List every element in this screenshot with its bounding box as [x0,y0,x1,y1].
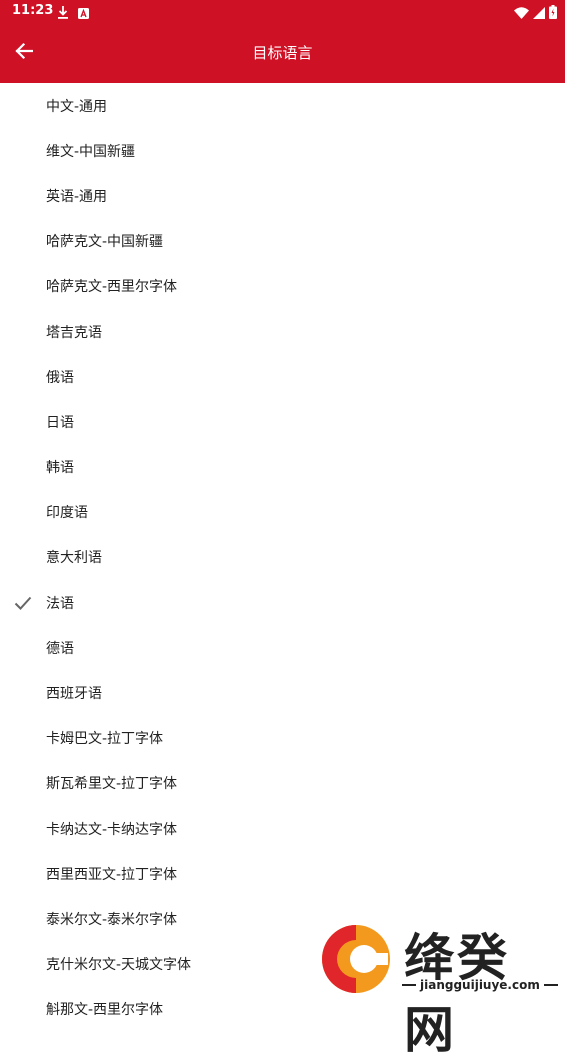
language-option[interactable]: 卡纳达文-卡纳达字体 [0,806,565,851]
language-option-label: 斛那文-西里尔字体 [46,1002,164,1019]
check-slot-empty [12,727,34,749]
language-option-label: 日语 [46,414,74,431]
language-option[interactable]: 法语 [0,580,565,625]
check-slot-empty [12,682,34,704]
language-option-label: 德语 [46,640,74,657]
check-slot-empty [12,953,34,975]
language-option-label: 哈萨克文-西里尔字体 [46,279,178,296]
language-option[interactable]: 印度语 [0,490,565,535]
app-bar: 目标语言 [0,24,565,83]
status-time: 11:23 [12,3,54,18]
language-option[interactable]: 哈萨克文-西里尔字体 [0,264,565,309]
page-title: 目标语言 [252,44,313,62]
language-option[interactable]: 英语-通用 [0,173,565,218]
check-slot-empty [12,546,34,568]
check-slot-empty [12,501,34,523]
check-slot-empty [12,456,34,478]
language-option[interactable]: 卡姆巴文-拉丁字体 [0,716,565,761]
language-option[interactable]: 日语 [0,399,565,444]
language-list: 中文-通用维文-中国新疆 英语-通用哈萨克文-中国新疆 哈萨克文-西里尔字体 塔吉克语… [0,83,565,1032]
language-option-label: 维文-中国新疆 [46,143,136,160]
language-option-label: 韩语 [46,460,74,477]
status-left-icons [57,4,89,23]
status-bar: 11:23 [0,0,565,24]
language-option-label: 英语-通用 [46,188,108,205]
check-slot-empty [12,321,34,343]
check-slot-empty [12,140,34,162]
language-option[interactable]: 哈萨克文-中国新疆 [0,219,565,264]
language-option[interactable]: 克什米尔文-天城文字体 [0,942,565,987]
check-slot-empty [12,411,34,433]
check-slot-empty [12,275,34,297]
wifi-icon [514,4,529,23]
language-option-label: 西班牙语 [46,686,102,703]
check-icon [12,592,34,614]
battery-icon [549,4,557,23]
language-option-label: 印度语 [46,505,88,522]
language-option-label: 克什米尔文-天城文字体 [46,957,192,974]
language-option-label: 塔吉克语 [46,324,102,341]
language-option[interactable]: 斯瓦希里文-拉丁字体 [0,761,565,806]
notification-a-icon [78,4,89,23]
language-option[interactable]: 泰米尔文-泰米尔字体 [0,896,565,941]
check-slot-empty [12,772,34,794]
language-option-label: 意大利语 [46,550,102,567]
language-option-label: 中文-通用 [46,98,108,115]
check-slot-empty [12,95,34,117]
language-option-label: 泰米尔文-泰米尔字体 [46,911,178,928]
check-slot-empty [12,818,34,840]
language-option-label: 哈萨克文-中国新疆 [46,234,164,251]
language-option[interactable]: 西班牙语 [0,670,565,715]
language-option-label: 卡纳达文-卡纳达字体 [46,821,178,838]
language-option-label: 卡姆巴文-拉丁字体 [46,731,164,748]
language-option[interactable]: 俄语 [0,354,565,399]
signal-icon [533,4,545,23]
language-option[interactable]: 德语 [0,625,565,670]
status-right-icons [514,4,557,23]
language-option[interactable]: 韩语 [0,445,565,490]
language-option[interactable]: 斛那文-西里尔字体 [0,987,565,1032]
language-option-label: 西里西亚文-拉丁字体 [46,866,178,883]
language-option-label: 法语 [46,595,74,612]
language-option[interactable]: 维文-中国新疆 [0,128,565,173]
language-option-label: 斯瓦希里文-拉丁字体 [46,776,178,793]
download-icon [57,4,69,23]
check-slot-empty [12,863,34,885]
check-slot-empty [12,908,34,930]
language-option[interactable]: 意大利语 [0,535,565,580]
check-slot-empty [12,366,34,388]
check-slot-empty [12,998,34,1020]
language-option[interactable]: 塔吉克语 [0,309,565,354]
language-option[interactable]: 中文-通用 [0,83,565,128]
language-option-label: 俄语 [46,369,74,386]
check-slot-empty [12,637,34,659]
check-slot-empty [12,185,34,207]
language-option[interactable]: 西里西亚文-拉丁字体 [0,851,565,896]
check-slot-empty [12,230,34,252]
